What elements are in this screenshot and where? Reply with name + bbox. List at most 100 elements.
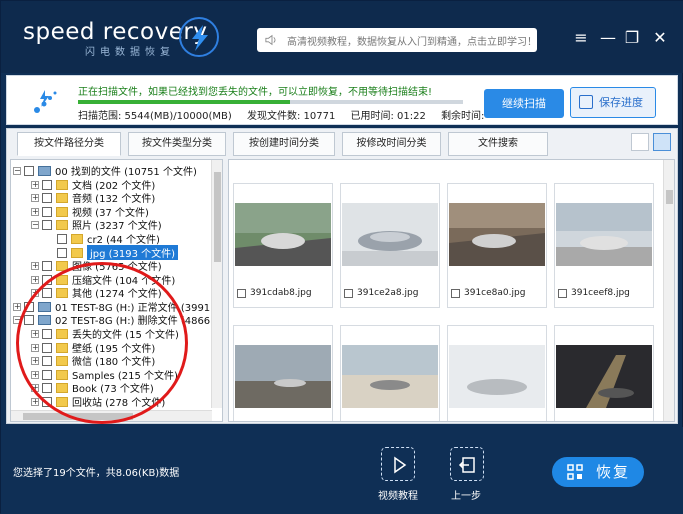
tree-horizontal-scrollbar[interactable] bbox=[11, 410, 212, 421]
recover-label: 恢复 bbox=[596, 463, 631, 481]
expand-icon[interactable]: + bbox=[31, 207, 39, 216]
thumbnail-checkbox[interactable] bbox=[344, 288, 353, 298]
tab-by-modified[interactable]: 按修改时间分类 bbox=[342, 132, 441, 156]
tree-item[interactable]: − 照片 (3237 个文件) bbox=[31, 218, 162, 232]
save-icon bbox=[579, 95, 593, 109]
title-bar: speed recovery 闪电数据恢复 高清视频教程，数据恢复从入门到精通，… bbox=[1, 1, 683, 73]
tree-checkbox[interactable] bbox=[42, 396, 52, 407]
tab-by-path[interactable]: 按文件路径分类 bbox=[17, 132, 121, 156]
back-icon bbox=[458, 457, 475, 473]
tree-drive[interactable]: − 02 TEST-8G (H:) 删除文件 (4866 个 bbox=[13, 313, 223, 327]
tree-checkbox[interactable] bbox=[24, 165, 34, 176]
tree-checkbox[interactable] bbox=[42, 206, 52, 217]
drive-icon bbox=[38, 165, 51, 176]
expand-icon[interactable]: + bbox=[31, 356, 39, 365]
tree-checkbox[interactable] bbox=[42, 274, 52, 285]
tree-checkbox[interactable] bbox=[24, 301, 34, 312]
expand-icon[interactable]: + bbox=[31, 329, 39, 338]
back-button[interactable] bbox=[450, 447, 484, 481]
tree-item[interactable]: + 回收站 (278 个文件) bbox=[31, 395, 165, 409]
tree-item[interactable]: cr2 (44 个文件) bbox=[57, 232, 160, 246]
tree-item[interactable]: + Book (73 个文件) bbox=[31, 381, 154, 395]
tree-item[interactable]: + 丢失的文件 (15 个文件) bbox=[31, 327, 179, 341]
scrollbar-thumb[interactable] bbox=[666, 190, 673, 204]
thumbnail-card[interactable]: 391cdab8.jpg bbox=[233, 183, 333, 308]
search-placeholder: 高清视频教程，数据恢复从入门到精通，点击立即学习！ bbox=[287, 36, 537, 48]
thumbnail-card[interactable]: 391ce8a0.jpg bbox=[447, 183, 547, 308]
folder-icon bbox=[56, 396, 68, 407]
expand-icon[interactable]: + bbox=[31, 343, 39, 352]
tree-checkbox[interactable] bbox=[42, 355, 52, 366]
tree-item[interactable]: + 微信 (180 个文件) bbox=[31, 354, 155, 368]
tree-checkbox[interactable] bbox=[42, 179, 52, 190]
tab-by-created[interactable]: 按创建时间分类 bbox=[233, 132, 335, 156]
tree-item[interactable]: + 其他 (1274 个文件) bbox=[31, 286, 162, 300]
expand-icon[interactable]: + bbox=[31, 275, 39, 284]
tab-file-search[interactable]: 文件搜索 bbox=[448, 132, 548, 156]
expand-icon[interactable]: + bbox=[31, 370, 39, 379]
save-progress-button[interactable]: 保存进度 bbox=[570, 87, 656, 118]
tutorial-search-bar[interactable]: 高清视频教程，数据恢复从入门到精通，点击立即学习！ bbox=[257, 28, 537, 52]
tab-by-type[interactable]: 按文件类型分类 bbox=[128, 132, 226, 156]
main-area: 按文件路径分类 按文件类型分类 按创建时间分类 按修改时间分类 文件搜索 − 0… bbox=[6, 128, 678, 424]
collapse-icon[interactable]: − bbox=[13, 315, 21, 324]
tree-checkbox[interactable] bbox=[42, 287, 52, 298]
tree-item[interactable]: + 音频 (132 个文件) bbox=[31, 191, 155, 205]
thumbnail-checkbox[interactable] bbox=[237, 288, 246, 298]
grid-vertical-scrollbar[interactable] bbox=[663, 160, 674, 421]
tree-checkbox[interactable] bbox=[42, 260, 52, 271]
expand-icon[interactable]: + bbox=[31, 397, 39, 406]
expand-icon[interactable]: + bbox=[31, 383, 39, 392]
back-label: 上一步 bbox=[451, 491, 481, 502]
thumbnail-card[interactable] bbox=[554, 325, 654, 421]
recover-button[interactable]: 恢复 bbox=[552, 457, 644, 487]
folder-icon bbox=[71, 247, 83, 258]
speaker-icon bbox=[265, 34, 276, 46]
thumbnail-card[interactable]: 391ce2a8.jpg bbox=[340, 183, 440, 308]
thumbnail-card[interactable] bbox=[447, 325, 547, 421]
thumbnail-caption: 391ce2a8.jpg bbox=[344, 288, 418, 298]
tree-item[interactable]: + 图像 (5765 个文件) bbox=[31, 259, 162, 273]
thumbnail-card[interactable]: 391ceef8.jpg bbox=[554, 183, 654, 308]
scan-status-text: 正在扫描文件，如果已经找到您丢失的文件，可以立即恢复，不用等待扫描结束! bbox=[78, 87, 433, 98]
expand-icon[interactable]: + bbox=[31, 288, 39, 297]
tree-checkbox[interactable] bbox=[24, 314, 34, 325]
tree-vertical-scrollbar[interactable] bbox=[211, 160, 222, 408]
continue-scan-button[interactable]: 继续扫描 bbox=[484, 89, 564, 118]
tree-checkbox[interactable] bbox=[57, 233, 67, 244]
close-icon[interactable]: ✕ bbox=[651, 29, 669, 47]
expand-icon[interactable]: + bbox=[31, 180, 39, 189]
expand-icon[interactable]: + bbox=[13, 302, 21, 311]
tree-checkbox[interactable] bbox=[42, 342, 52, 353]
tree-drive-label: 02 TEST-8G (H:) 删除文件 (4866 个 bbox=[55, 316, 223, 327]
grid-view-icon[interactable] bbox=[653, 133, 671, 151]
thumbnail-card[interactable] bbox=[233, 325, 333, 421]
tree-checkbox[interactable] bbox=[57, 247, 67, 258]
scrollbar-thumb[interactable] bbox=[23, 413, 133, 420]
expand-icon[interactable]: + bbox=[31, 261, 39, 270]
thumbnail-card[interactable] bbox=[340, 325, 440, 421]
tree-checkbox[interactable] bbox=[42, 219, 52, 230]
tree-checkbox[interactable] bbox=[42, 328, 52, 339]
tree-checkbox[interactable] bbox=[42, 192, 52, 203]
folder-icon bbox=[56, 287, 68, 298]
drive-icon bbox=[38, 314, 51, 325]
tree-checkbox[interactable] bbox=[42, 369, 52, 380]
thumbnail-checkbox[interactable] bbox=[558, 288, 567, 298]
scrollbar-thumb[interactable] bbox=[214, 172, 221, 262]
tree-checkbox[interactable] bbox=[42, 382, 52, 393]
tree-root-label: 00 找到的文件 (10751 个文件) bbox=[55, 167, 197, 178]
list-view-icon[interactable] bbox=[631, 133, 649, 151]
folder-icon bbox=[56, 192, 68, 203]
thumbnail-checkbox[interactable] bbox=[451, 288, 460, 298]
collapse-icon[interactable]: − bbox=[13, 166, 21, 175]
video-tutorial-button[interactable] bbox=[381, 447, 415, 481]
thumbnail-grid: 391cdab8.jpg 391ce2a8.jpg 391ce8a0.jpg 3… bbox=[228, 159, 675, 422]
collapse-icon[interactable]: − bbox=[31, 220, 39, 229]
expand-icon[interactable]: + bbox=[31, 193, 39, 202]
minimize-icon[interactable]: — bbox=[599, 29, 617, 47]
maximize-icon[interactable]: ❐ bbox=[623, 29, 641, 47]
tree-root[interactable]: − 00 找到的文件 (10751 个文件) bbox=[13, 164, 197, 178]
menu-icon[interactable]: ≡ bbox=[572, 29, 590, 47]
car-photo bbox=[449, 203, 545, 266]
